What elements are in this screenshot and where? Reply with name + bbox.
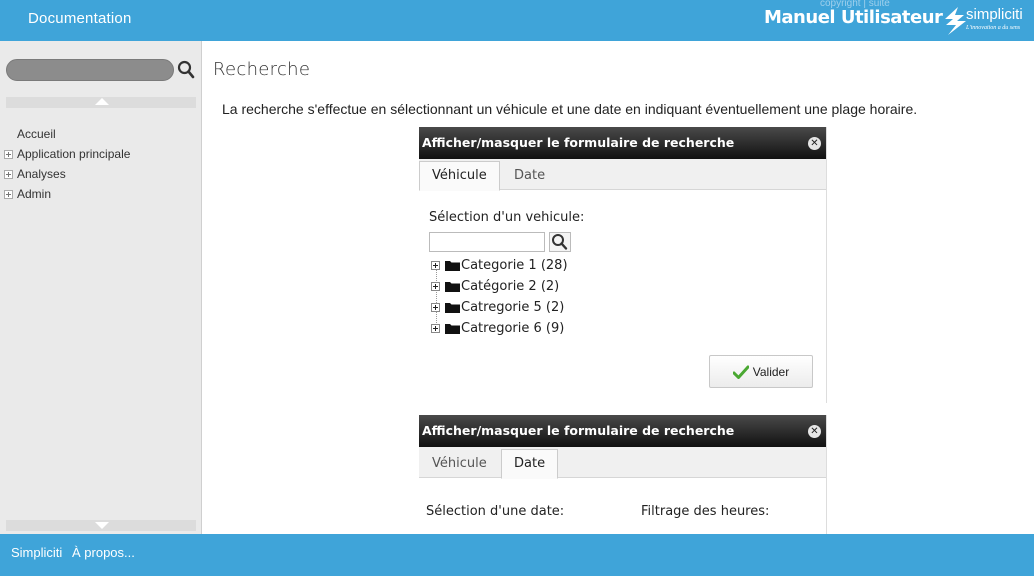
vehicle-select-label: Sélection d'un vehicule: xyxy=(429,210,585,225)
chevron-down-icon xyxy=(95,522,109,529)
brand-tagline: L'innovation a du sens xyxy=(966,25,1021,31)
date-tab-content: Sélection d'une date: Filtrage des heure… xyxy=(419,478,826,534)
toggle-search-form-bar[interactable]: Afficher/masquer le formulaire de recher… xyxy=(419,415,826,447)
tree-node-categorie-6[interactable]: Catregorie 6 (9) xyxy=(431,318,568,339)
close-icon[interactable]: ✕ xyxy=(808,137,821,150)
folder-icon xyxy=(445,303,460,313)
tree-node-label: Catregorie 5 (2) xyxy=(461,300,565,315)
sidebar-item-analyses[interactable]: Analyses xyxy=(4,164,194,184)
valider-label: Valider xyxy=(752,364,790,379)
sidebar: Accueil Application principale Analyses … xyxy=(0,41,202,534)
search-form-panel-vehicule: Afficher/masquer le formulaire de recher… xyxy=(419,127,827,403)
expand-plus-icon[interactable] xyxy=(4,169,13,179)
sidebar-scroll-down[interactable] xyxy=(6,520,196,531)
expand-plus-icon[interactable] xyxy=(431,282,440,291)
folder-icon xyxy=(445,261,460,271)
sidebar-search-input[interactable] xyxy=(6,59,174,81)
vehicle-search-input[interactable] xyxy=(429,232,545,252)
sidebar-item-label: Accueil xyxy=(17,127,56,141)
footer-link-simpliciti[interactable]: Simpliciti xyxy=(11,545,62,560)
intro-text: La recherche s'effectue en sélectionnant… xyxy=(222,101,918,117)
search-form-panel-date: Afficher/masquer le formulaire de recher… xyxy=(419,415,827,534)
hours-filter-label: Filtrage des heures: xyxy=(641,504,770,519)
main-content: Recherche La recherche s'effectue en sél… xyxy=(203,41,1034,534)
brand-name: simpliciti xyxy=(966,6,1023,23)
sidebar-scroll-up[interactable] xyxy=(6,97,196,108)
tab-bar: Véhicule Date xyxy=(419,447,826,479)
expand-plus-icon[interactable] xyxy=(431,261,440,270)
tree-node-label: Catégorie 2 (2) xyxy=(461,279,560,294)
vehicule-tab-content: Sélection d'un vehicule: Categorie 1 (28… xyxy=(419,190,826,403)
expand-plus-icon[interactable] xyxy=(4,189,13,199)
checkmark-icon xyxy=(732,365,749,379)
tab-date[interactable]: Date xyxy=(501,161,558,191)
tab-vehicule[interactable]: Véhicule xyxy=(419,161,500,191)
panel-title: Afficher/masquer le formulaire de recher… xyxy=(422,423,735,438)
expand-plus-icon[interactable] xyxy=(4,149,13,159)
close-icon[interactable]: ✕ xyxy=(808,425,821,438)
tree-node-categorie-5[interactable]: Catregorie 5 (2) xyxy=(431,297,568,318)
expand-plus-icon[interactable] xyxy=(431,303,440,312)
folder-icon xyxy=(445,324,460,334)
vehicle-tree: Categorie 1 (28) Catégorie 2 (2) Catrego… xyxy=(431,255,568,339)
tree-node-label: Categorie 1 (28) xyxy=(461,258,568,273)
footer: Simpliciti À propos... xyxy=(0,534,1034,576)
sidebar-item-label: Analyses xyxy=(17,167,66,181)
sidebar-item-application-principale[interactable]: Application principale xyxy=(4,144,194,164)
top-header: Documentation copyright | suite Manuel U… xyxy=(0,0,1034,41)
manual-title: Manuel Utilisateur xyxy=(764,7,943,28)
tab-bar: Véhicule Date xyxy=(419,159,826,191)
sidebar-item-label: Application principale xyxy=(17,147,131,161)
tree-node-categorie-1[interactable]: Categorie 1 (28) xyxy=(431,255,568,276)
expand-plus-icon[interactable] xyxy=(431,324,440,333)
sidebar-item-accueil[interactable]: Accueil xyxy=(4,124,194,144)
tab-date[interactable]: Date xyxy=(501,449,559,479)
chevron-up-icon xyxy=(95,98,109,105)
search-icon xyxy=(552,234,568,250)
footer-link-about[interactable]: À propos... xyxy=(72,545,135,560)
tree-node-label: Catregorie 6 (9) xyxy=(461,321,565,336)
sidebar-nav: Accueil Application principale Analyses … xyxy=(4,124,194,204)
vehicle-search-button[interactable] xyxy=(549,232,571,252)
toggle-search-form-bar[interactable]: Afficher/masquer le formulaire de recher… xyxy=(419,127,826,159)
search-icon[interactable] xyxy=(177,60,195,80)
documentation-title[interactable]: Documentation xyxy=(28,10,132,27)
tab-vehicule[interactable]: Véhicule xyxy=(419,449,500,479)
sidebar-item-admin[interactable]: Admin xyxy=(4,184,194,204)
sidebar-item-label: Admin xyxy=(17,187,52,201)
panel-title: Afficher/masquer le formulaire de recher… xyxy=(422,135,735,150)
tree-node-categorie-2[interactable]: Catégorie 2 (2) xyxy=(431,276,568,297)
valider-button[interactable]: Valider xyxy=(709,355,813,388)
date-select-label: Sélection d'une date: xyxy=(426,504,565,519)
page-title: Recherche xyxy=(213,59,311,80)
folder-icon xyxy=(445,282,460,292)
